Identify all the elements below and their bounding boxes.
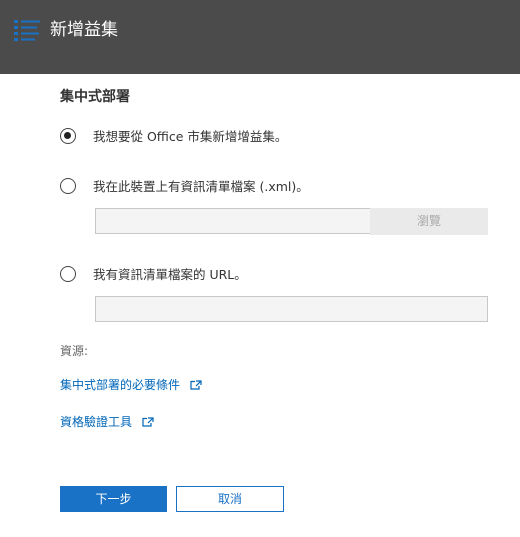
eligibility-tool-link-label[interactable]: 資格驗證工具: [60, 415, 132, 429]
external-link-icon: [190, 379, 202, 390]
external-link-icon: [142, 416, 154, 427]
browse-button[interactable]: 瀏覽: [370, 208, 488, 235]
prerequisites-link[interactable]: 集中式部署的必要條件: [60, 377, 202, 393]
radio-button-store[interactable]: [60, 128, 76, 144]
dialog-title: 新增益集: [50, 20, 118, 40]
next-button[interactable]: 下一步: [60, 486, 167, 512]
radio-button-url[interactable]: [60, 266, 76, 282]
section-title: 集中式部署: [60, 89, 130, 105]
cancel-button[interactable]: 取消: [176, 486, 284, 512]
radio-button-file[interactable]: [60, 178, 76, 194]
url-input[interactable]: [95, 296, 488, 322]
radio-label-url: 我有資訊清單檔案的 URL。: [93, 267, 247, 282]
radio-label-store: 我想要從 Office 市集新增增益集。: [93, 129, 288, 144]
dialog-header: 新增益集: [0, 0, 520, 74]
radio-label-file: 我在此裝置上有資訊清單檔案 (.xml)。: [93, 179, 309, 194]
file-path-input[interactable]: [95, 208, 371, 234]
eligibility-tool-link[interactable]: 資格驗證工具: [60, 414, 154, 430]
resources-label: 資源:: [60, 344, 89, 358]
prerequisites-link-label[interactable]: 集中式部署的必要條件: [60, 378, 180, 392]
list-icon: [14, 20, 40, 41]
